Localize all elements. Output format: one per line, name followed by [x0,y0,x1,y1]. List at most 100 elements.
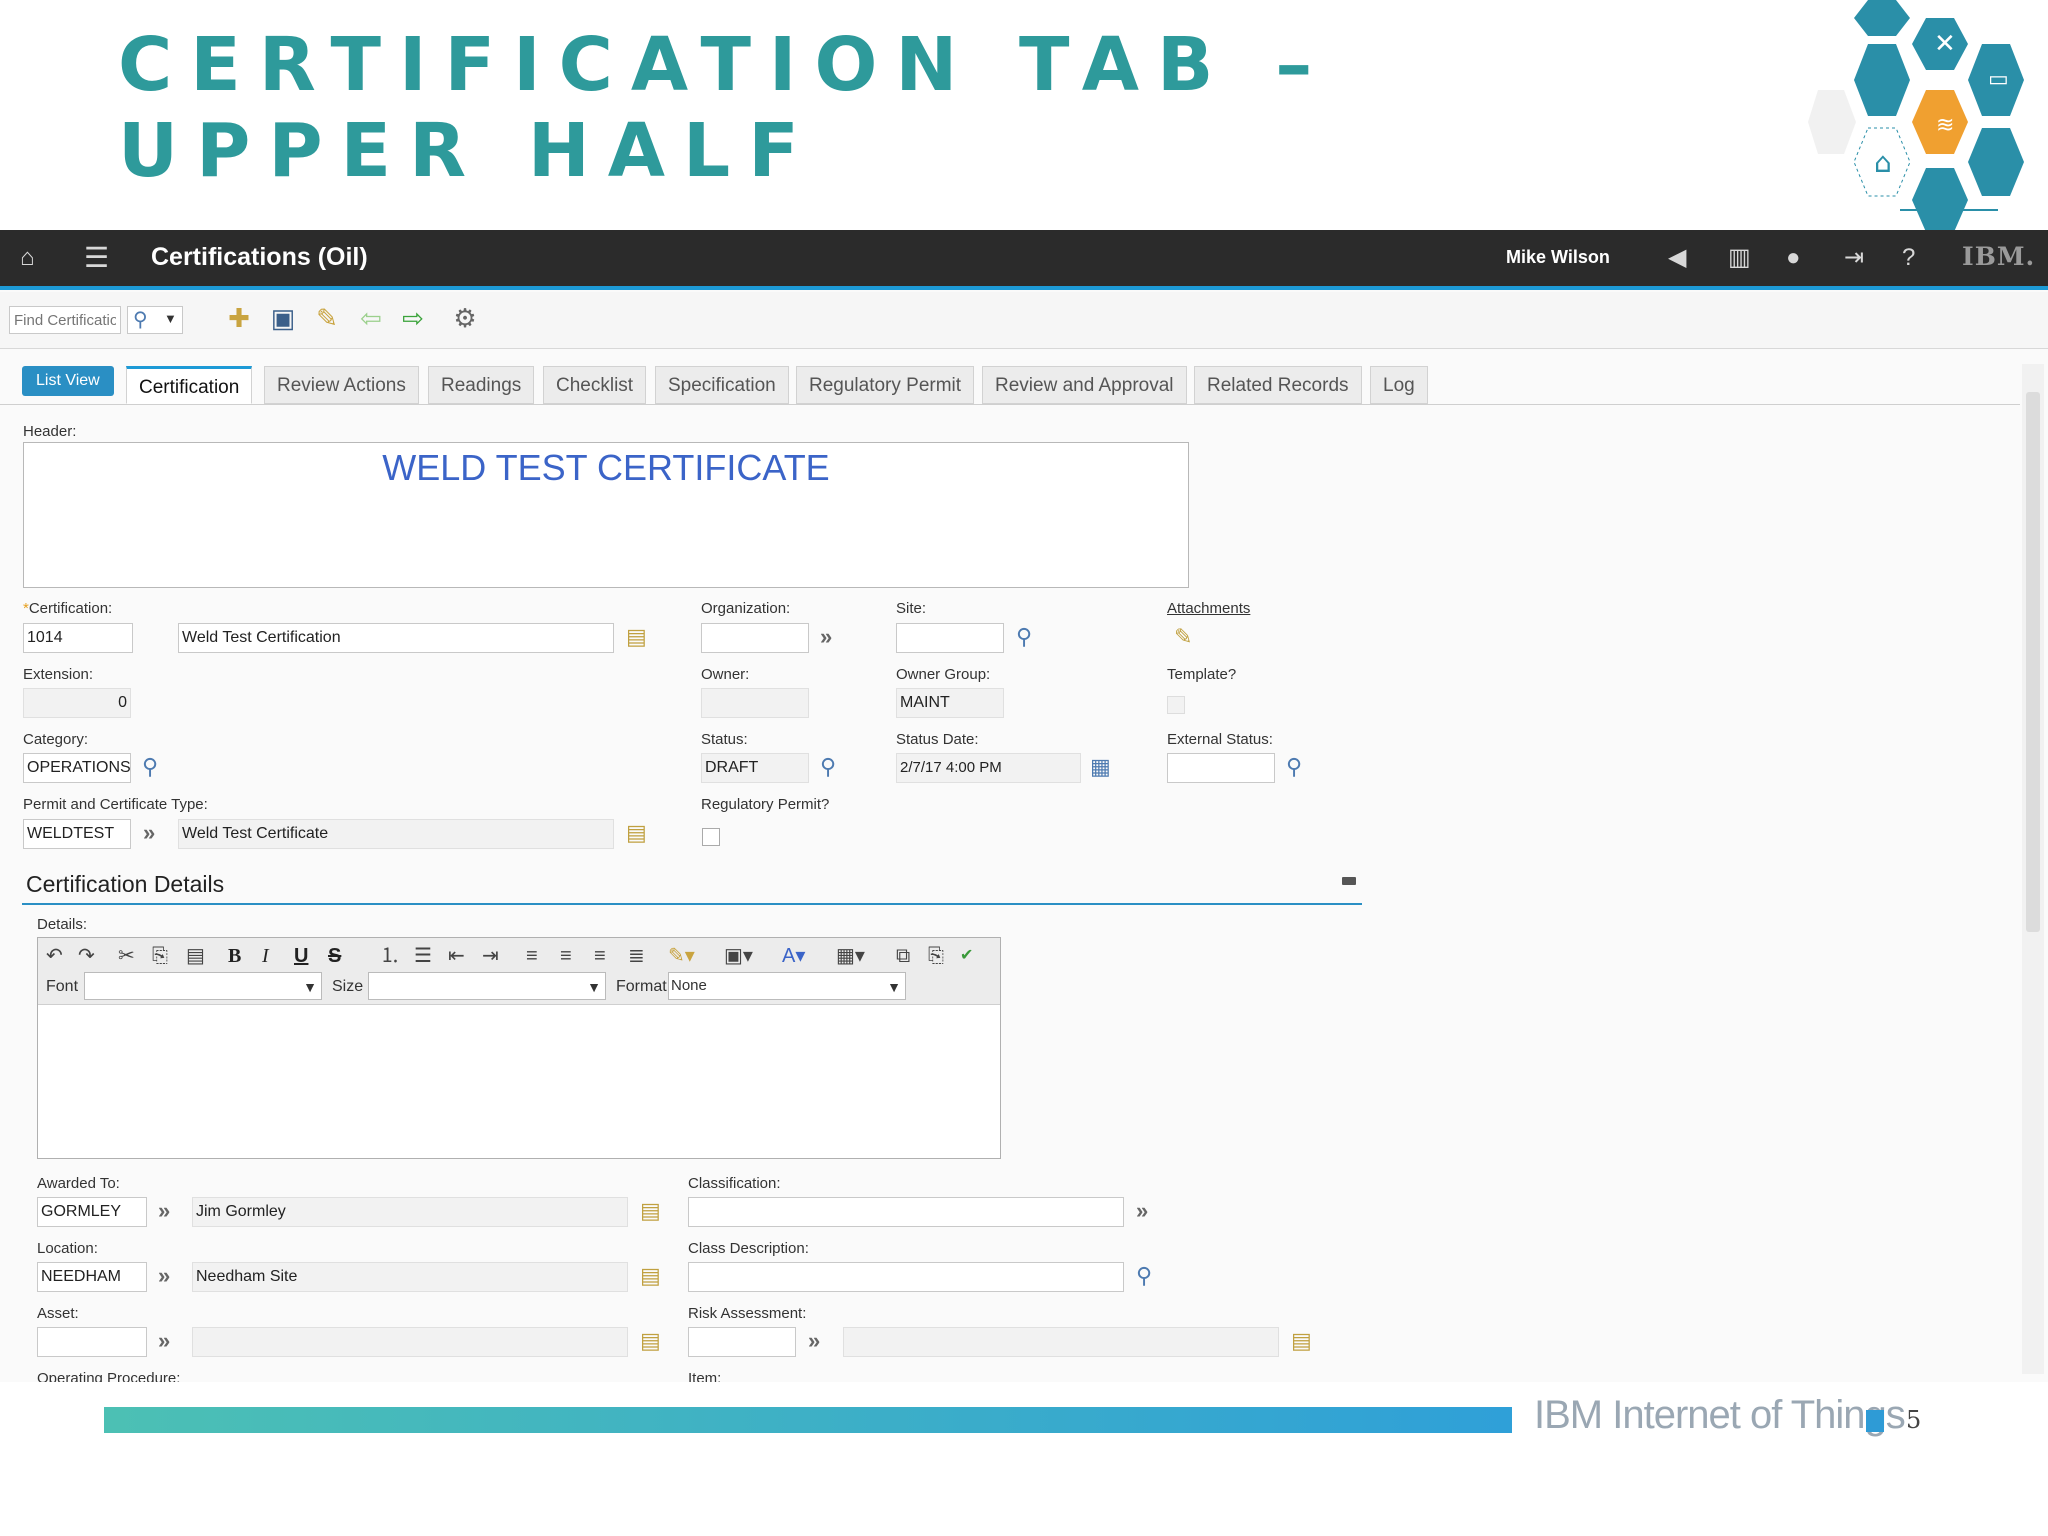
status-field[interactable]: DRAFT [701,753,809,783]
profile-icon[interactable]: ● [1786,244,1801,272]
classification-field[interactable] [688,1197,1124,1227]
copy-icon[interactable]: ⎘ [152,944,168,968]
risk-assessment-description-field[interactable] [843,1327,1279,1357]
collapse-section-icon[interactable] [1342,877,1356,885]
attachments-link[interactable]: Attachments [1167,600,1250,617]
format-select[interactable]: None ▼ [668,972,906,1000]
scrollbar-thumb[interactable] [2026,392,2040,932]
tab-review-actions[interactable]: Review Actions [264,366,419,404]
class-description-field[interactable] [688,1262,1124,1292]
bullet-list-icon[interactable]: ☰ [414,944,432,968]
location-long-description-icon[interactable]: ▤ [640,1263,661,1289]
location-detail-menu-icon[interactable]: » [158,1263,170,1289]
paste-special-icon[interactable]: ⎘ [928,944,944,968]
certification-field[interactable]: 1014 [23,623,133,653]
awarded-to-detail-menu-icon[interactable]: » [158,1198,170,1224]
long-description-icon[interactable]: ▤ [626,624,647,650]
tab-certification[interactable]: Certification [126,366,253,404]
underline-icon[interactable]: U [294,944,308,968]
outdent-icon[interactable]: ⇤ [448,944,465,968]
permit-type-detail-menu-icon[interactable]: » [143,820,155,846]
awarded-to-description-field[interactable]: Jim Gormley [192,1197,628,1227]
permit-type-description-field[interactable]: Weld Test Certificate [178,819,614,849]
tab-log[interactable]: Log [1370,366,1428,404]
workflow-icon[interactable]: ⚙ [450,302,480,334]
home-icon[interactable]: ⌂ [20,244,35,272]
site-field[interactable] [896,623,1004,653]
tab-related-records[interactable]: Related Records [1194,366,1362,404]
bold-icon[interactable]: B [228,944,241,968]
tab-checklist[interactable]: Checklist [543,366,647,404]
location-description-field[interactable]: Needham Site [192,1262,628,1292]
cut-icon[interactable]: ✂ [118,944,135,968]
tab-review-and-approval[interactable]: Review and Approval [982,366,1187,404]
redo-icon[interactable]: ↷ [78,944,95,968]
next-record-icon[interactable]: ⇨ [398,302,428,334]
previous-record-icon[interactable]: ⇦ [356,302,386,334]
status-date-field[interactable]: 2/7/17 4:00 PM [896,753,1081,783]
font-color-icon[interactable]: A▾ [782,944,805,968]
calendar-icon[interactable]: ▦ [1090,754,1111,780]
align-left-icon[interactable]: ≡ [526,944,538,968]
status-search-icon[interactable]: ⚲ [820,754,836,780]
owner-group-field[interactable]: MAINT [896,688,1004,718]
vertical-scrollbar[interactable] [2022,364,2044,1374]
location-field[interactable]: NEEDHAM [37,1262,147,1292]
spell-check-icon[interactable]: ✔ [960,944,973,968]
align-right-icon[interactable]: ≡ [560,944,572,968]
asset-field[interactable] [37,1327,147,1357]
risk-assessment-detail-menu-icon[interactable]: » [808,1328,820,1354]
align-center-icon[interactable]: ≡ [594,944,606,968]
tab-specification[interactable]: Specification [655,366,789,404]
site-search-icon[interactable]: ⚲ [1016,624,1032,650]
reports-icon[interactable]: ▥ [1728,244,1751,272]
header-field[interactable]: WELD TEST CERTIFICATE [23,442,1189,588]
link-icon[interactable]: ⧉ [896,944,910,968]
extension-field[interactable]: 0 [23,688,131,718]
organization-detail-menu-icon[interactable]: » [820,624,832,650]
new-record-icon[interactable]: ✚ [224,302,254,334]
strikethrough-icon[interactable]: S [328,944,341,968]
tab-regulatory-permit[interactable]: Regulatory Permit [796,366,975,404]
certification-description-field[interactable]: Weld Test Certification [178,623,614,653]
font-select[interactable]: ▼ [84,972,322,1000]
help-icon[interactable]: ? [1902,244,1915,272]
clear-changes-icon[interactable]: ✎ [312,302,342,334]
paste-icon[interactable]: ▤ [186,944,205,968]
awarded-to-long-description-icon[interactable]: ▤ [640,1198,661,1224]
user-name[interactable]: Mike Wilson [1506,247,1610,268]
find-search-button[interactable]: ⚲ ▼ [127,306,183,334]
undo-icon[interactable]: ↶ [46,944,63,968]
italic-icon[interactable]: I [262,944,269,968]
category-search-icon[interactable]: ⚲ [142,754,158,780]
regulatory-permit-checkbox[interactable] [702,828,720,846]
list-view-button[interactable]: List View [22,366,114,396]
permit-long-description-icon[interactable]: ▤ [626,820,647,846]
awarded-to-field[interactable]: GORMLEY [37,1197,147,1227]
classification-detail-menu-icon[interactable]: » [1136,1198,1148,1224]
find-certification-input[interactable] [9,306,121,334]
asset-detail-menu-icon[interactable]: » [158,1328,170,1354]
bulletin-icon[interactable]: ◀ [1668,244,1686,272]
owner-field[interactable] [701,688,809,718]
tab-readings[interactable]: Readings [428,366,535,404]
sign-out-icon[interactable]: ⇥ [1844,244,1864,272]
organization-field[interactable] [701,623,809,653]
highlight-color-icon[interactable]: ✎▾ [668,944,695,968]
attachments-icon[interactable]: ✎ [1174,624,1192,650]
insert-table-icon[interactable]: ▦▾ [836,944,865,968]
numbered-list-icon[interactable]: ⒈ [380,944,400,968]
indent-icon[interactable]: ⇥ [482,944,499,968]
details-rich-text-editor[interactable]: ↶ ↷ ✂ ⎘ ▤ B I U S ⒈ ☰ ⇤ ⇥ ≡ ≡ ≡ ≣ ✎▾ ▣▾ … [37,937,1001,1159]
asset-description-field[interactable] [192,1327,628,1357]
permit-type-field[interactable]: WELDTEST [23,819,131,849]
insert-image-icon[interactable]: ▣▾ [724,944,753,968]
asset-long-description-icon[interactable]: ▤ [640,1328,661,1354]
size-select[interactable]: ▼ [368,972,606,1000]
template-checkbox[interactable] [1167,696,1185,714]
external-status-field[interactable] [1167,753,1275,783]
external-status-search-icon[interactable]: ⚲ [1286,754,1302,780]
class-description-search-icon[interactable]: ⚲ [1136,1263,1152,1289]
save-icon[interactable]: ▣ [268,302,298,334]
justify-icon[interactable]: ≣ [628,944,645,968]
